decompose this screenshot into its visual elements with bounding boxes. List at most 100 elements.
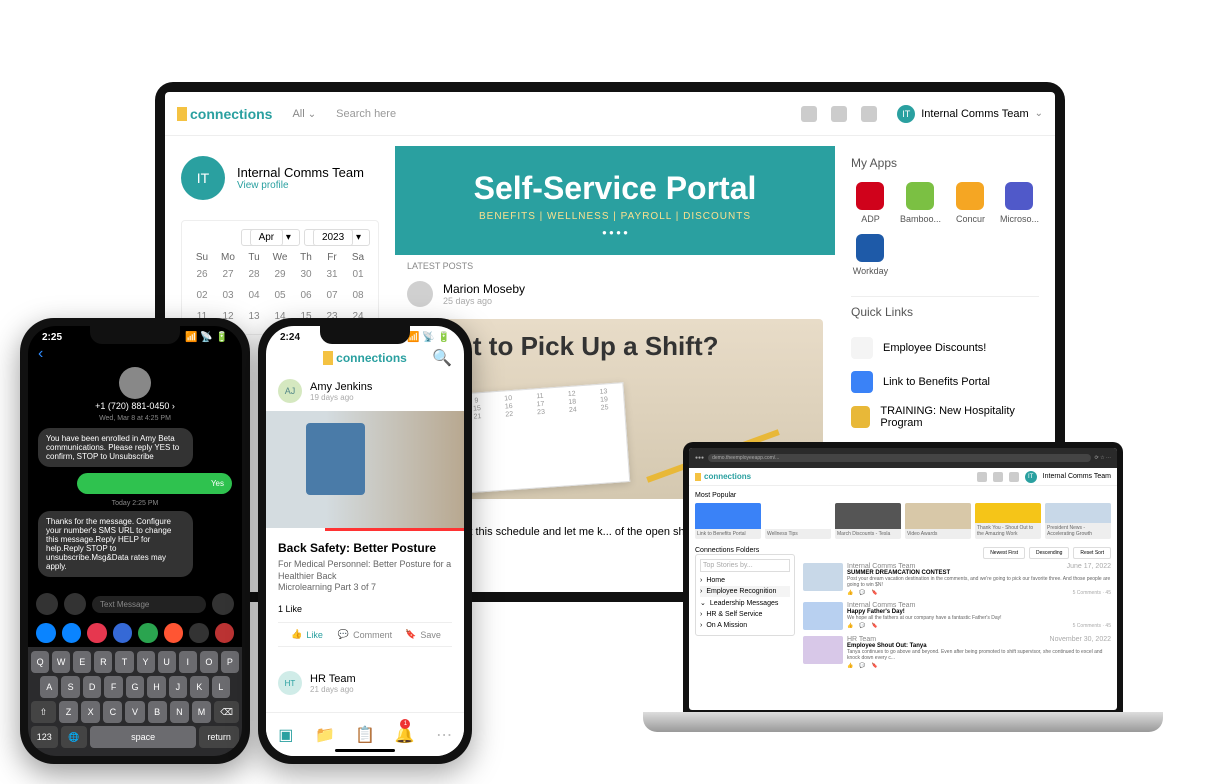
quick-link[interactable]: Link to Benefits Portal [851, 365, 1039, 399]
app-icon[interactable] [36, 623, 56, 643]
key[interactable]: D [83, 676, 101, 698]
author-avatar[interactable]: AJ [278, 379, 302, 403]
search-icon[interactable]: 🔍 [432, 348, 452, 368]
feed-post[interactable]: Internal Comms TeamJune 17, 2022 SUMMER … [803, 563, 1111, 596]
popular-tile[interactable]: Thank You - Shout Out to the Amazing Wor… [975, 503, 1041, 539]
tab-home[interactable]: ▣ [266, 713, 306, 756]
laptop-user[interactable]: Internal Comms Team [1043, 473, 1111, 480]
calendar-cell[interactable]: 07 [320, 286, 344, 305]
camera-icon[interactable] [36, 593, 58, 615]
folder-item[interactable]: ›Employee Recognition [700, 586, 790, 597]
key-123[interactable]: 123 [31, 726, 58, 748]
save-button[interactable]: 🔖 Save [394, 623, 452, 646]
key[interactable]: Z [59, 701, 78, 723]
calendar-cell[interactable]: 05 [268, 286, 292, 305]
calendar-cell[interactable]: 01 [346, 265, 370, 284]
calendar-cell[interactable]: 29 [268, 265, 292, 284]
key[interactable]: U [158, 651, 176, 673]
key[interactable]: Q [31, 651, 49, 673]
back-icon[interactable]: ‹ [38, 345, 43, 363]
feed-post[interactable]: HR TeamNovember 30, 2022 Employee Shout … [803, 636, 1111, 669]
app-tile[interactable]: ADP [851, 182, 890, 224]
calendar-year[interactable]: 2023 ▾ [304, 229, 370, 246]
text-input[interactable]: Text Message [92, 596, 206, 613]
app-icon[interactable] [62, 623, 82, 643]
key[interactable]: S [61, 676, 79, 698]
key[interactable]: O [200, 651, 218, 673]
laptop-logo[interactable]: connections [695, 472, 751, 481]
calendar-month[interactable]: Apr ▾ [241, 229, 300, 246]
comment-button[interactable]: 💬 Comment [336, 623, 394, 646]
key[interactable]: I [179, 651, 197, 673]
popular-tile[interactable]: President News - Accelerating Growth [1045, 503, 1111, 539]
key[interactable]: H [147, 676, 165, 698]
dictate-icon[interactable]: 🎤 [209, 755, 229, 756]
key[interactable]: X [81, 701, 100, 723]
app-icon[interactable] [87, 623, 107, 643]
message-thread[interactable]: You have been enrolled in Amy Beta commu… [28, 422, 242, 589]
app-icon[interactable] [215, 623, 235, 643]
profile-avatar[interactable]: IT [181, 156, 225, 200]
appstore-icon[interactable] [64, 593, 86, 615]
tab-more[interactable]: ⋯ [424, 713, 464, 756]
key[interactable]: Y [137, 651, 155, 673]
calendar-cell[interactable]: 06 [294, 286, 318, 305]
post-author[interactable]: Amy Jenkins [310, 381, 372, 393]
key[interactable]: J [169, 676, 187, 698]
user-menu[interactable]: IT Internal Comms Team ⌄ [897, 105, 1043, 123]
key[interactable]: G [126, 676, 144, 698]
calendar-cell[interactable]: 27 [216, 265, 240, 284]
icon[interactable] [977, 472, 987, 482]
folder-item[interactable]: ›Home [700, 575, 790, 586]
key-globe[interactable]: 🌐 [61, 726, 88, 748]
quick-link[interactable]: TRAINING: New Hospitality Program [851, 399, 1039, 435]
key[interactable]: ⌫ [214, 701, 239, 723]
app-tile[interactable]: Bamboo... [900, 182, 941, 224]
calendar-cell[interactable]: 04 [242, 286, 266, 305]
logo[interactable]: connections [177, 106, 272, 122]
app-icon[interactable] [138, 623, 158, 643]
key-return[interactable]: return [199, 726, 239, 748]
popular-tile[interactable]: Wellness Tips [765, 503, 831, 539]
all-dropdown[interactable]: All ⌄ [292, 108, 316, 120]
search-input[interactable]: Search here [336, 108, 781, 120]
app-logo[interactable]: connections [323, 351, 407, 365]
key[interactable]: E [73, 651, 91, 673]
calendar-cell[interactable]: 08 [346, 286, 370, 305]
calendar-cell[interactable]: 03 [216, 286, 240, 305]
key[interactable]: N [170, 701, 189, 723]
key[interactable]: V [125, 701, 144, 723]
like-count[interactable]: 1 Like [278, 604, 452, 614]
key[interactable]: F [104, 676, 122, 698]
folder-search[interactable]: Top Stories by... [700, 559, 790, 572]
apps-icon[interactable] [831, 106, 847, 122]
folder-item[interactable]: ›On A Mission [700, 620, 790, 631]
view-profile-link[interactable]: View profile [237, 180, 364, 191]
post-author[interactable]: Marion Moseby [443, 282, 525, 296]
post-author-avatar[interactable] [407, 281, 433, 307]
filter-button[interactable]: Descending [1029, 547, 1069, 559]
post-hero-image[interactable] [266, 411, 464, 531]
post-author[interactable]: HR Team [310, 673, 356, 685]
icon[interactable] [993, 472, 1003, 482]
folder-item[interactable]: ⌄Leadership Messages [700, 597, 790, 609]
calendar-cell[interactable]: 13 [242, 307, 266, 326]
mic-icon[interactable] [212, 593, 234, 615]
home-indicator[interactable] [335, 749, 395, 752]
keyboard[interactable]: QWERTYUIOPASDFGHJKL⇧ZXCVBNM⌫ 123 🌐 space… [28, 647, 242, 756]
icon[interactable] [1009, 472, 1019, 482]
app-tile[interactable]: Workday [851, 234, 890, 276]
filter-button[interactable]: Reset Sort [1073, 547, 1111, 559]
popular-tile[interactable]: March Discounts - Tesla [835, 503, 901, 539]
laptop-avatar[interactable]: IT [1025, 471, 1037, 483]
user-icon[interactable] [801, 106, 817, 122]
key[interactable]: P [221, 651, 239, 673]
app-tile[interactable]: Microso... [1000, 182, 1039, 224]
key[interactable]: ⇧ [31, 701, 56, 723]
app-icon[interactable] [189, 623, 209, 643]
calendar-cell[interactable]: 28 [242, 265, 266, 284]
calendar-cell[interactable]: 02 [190, 286, 214, 305]
emoji-icon[interactable]: 😊 [41, 755, 61, 756]
message-header[interactable]: +1 (720) 881-0450 › [28, 363, 242, 415]
bell-icon[interactable] [861, 106, 877, 122]
